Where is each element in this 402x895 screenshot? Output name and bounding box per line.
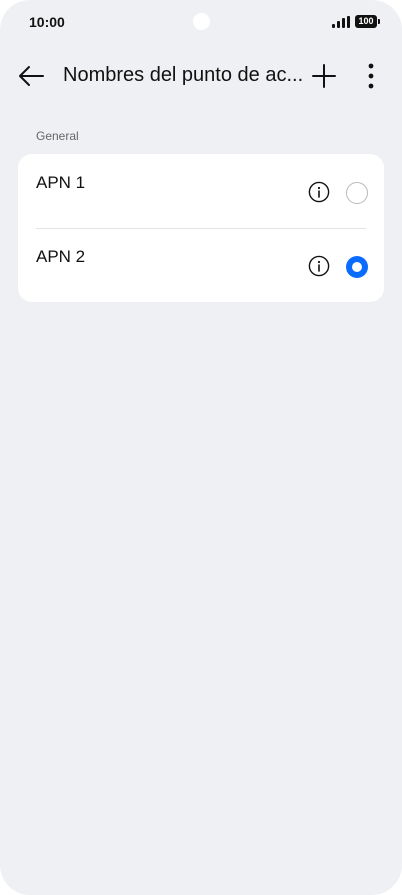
- battery-icon: 100: [355, 15, 380, 28]
- more-vertical-icon: [368, 63, 374, 89]
- more-options-button[interactable]: [358, 60, 384, 92]
- apn-radio-selected[interactable]: [346, 256, 368, 278]
- page-title: Nombres del punto de ac...: [63, 64, 303, 86]
- add-apn-button[interactable]: [309, 60, 339, 92]
- screen: 10:00 100 Nombres del punto de ac... Gen…: [0, 0, 402, 895]
- info-icon[interactable]: [308, 181, 330, 203]
- section-label: General: [36, 129, 79, 143]
- camera-cutout: [193, 13, 210, 30]
- toolbar: Nombres del punto de ac...: [0, 52, 402, 100]
- status-time: 10:00: [29, 14, 65, 30]
- apn-radio-unselected[interactable]: [346, 182, 368, 204]
- back-arrow-icon: [19, 66, 44, 86]
- status-bar: 10:00 100: [0, 0, 402, 46]
- list-item-apn-1[interactable]: APN 1: [18, 154, 384, 228]
- back-button[interactable]: [14, 60, 48, 92]
- apn-name: APN 1: [36, 173, 86, 192]
- apn-name: APN 2: [36, 247, 86, 266]
- plus-icon: [312, 64, 336, 88]
- signal-icon: [332, 16, 350, 28]
- info-icon[interactable]: [308, 255, 330, 277]
- apn-list-card: APN 1 APN 2: [18, 154, 384, 302]
- list-item-apn-2[interactable]: APN 2: [18, 228, 384, 302]
